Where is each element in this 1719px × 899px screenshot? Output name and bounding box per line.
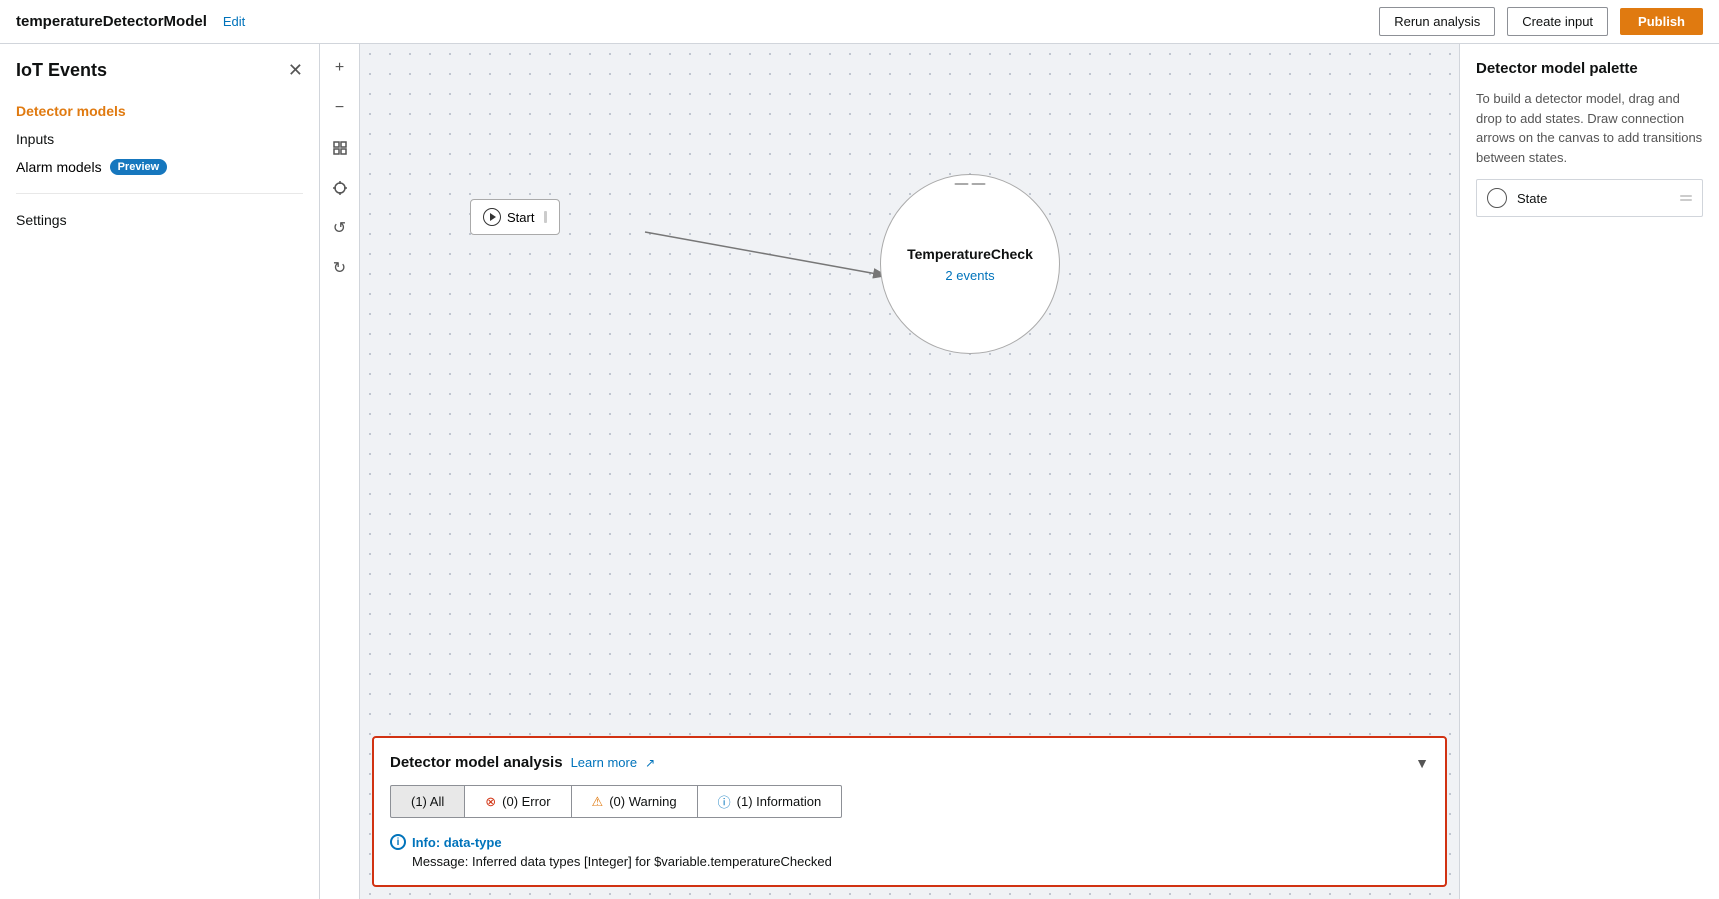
analysis-item-message: Message: Inferred data types [Integer] f… [412, 854, 1429, 869]
external-link-icon: ↗ [645, 756, 655, 770]
filter-info-button[interactable]: ⓘ (1) Information [698, 785, 843, 818]
sidebar-divider [16, 193, 303, 194]
canvas-drawing: Start [360, 44, 1459, 736]
target-button[interactable] [324, 172, 356, 204]
fit-view-button[interactable] [324, 132, 356, 164]
rerun-analysis-button[interactable]: Rerun analysis [1379, 7, 1495, 36]
analysis-panel: Detector model analysis Learn more ↗ ▼ (… [372, 736, 1447, 887]
analysis-filters: (1) All ⊗ (0) Error ⚠ (0) Warning ⓘ (1) … [390, 785, 1429, 818]
state-node-handle [955, 183, 986, 185]
close-button[interactable]: ✕ [288, 60, 303, 81]
palette-state-label: State [1517, 191, 1670, 206]
canvas-toolbar: + − ↺ ↻ [320, 44, 360, 899]
sidebar-item-inputs[interactable]: Inputs [16, 125, 303, 153]
canvas-arrow [360, 44, 1459, 736]
palette-drag-handle [1680, 195, 1692, 201]
alarm-models-label: Alarm models [16, 159, 102, 175]
zoom-in-button[interactable]: + [324, 52, 356, 84]
drag-handle [544, 211, 547, 223]
redo-button[interactable]: ↻ [324, 252, 356, 284]
preview-badge: Preview [110, 159, 168, 175]
edit-link[interactable]: Edit [223, 14, 245, 29]
filter-error-button[interactable]: ⊗ (0) Error [465, 785, 571, 818]
filter-warning-button[interactable]: ⚠ (0) Warning [572, 785, 698, 818]
sidebar-item-detector-models[interactable]: Detector models [16, 97, 303, 125]
sidebar-item-alarm-models[interactable]: Alarm models Preview [16, 153, 303, 181]
publish-button[interactable]: Publish [1620, 8, 1703, 35]
analysis-title-row: Detector model analysis Learn more ↗ [390, 754, 655, 771]
state-node[interactable]: TemperatureCheck 2 events [880, 174, 1060, 354]
palette-state-item[interactable]: State [1476, 179, 1703, 217]
analysis-title: Detector model analysis [390, 754, 563, 771]
state-node-events[interactable]: 2 events [945, 268, 994, 283]
app-title: IoT Events [16, 60, 107, 81]
palette-panel: Detector model palette To build a detect… [1459, 44, 1719, 899]
analysis-item-title: i Info: data-type [390, 834, 1429, 850]
sidebar: IoT Events ✕ Detector models Inputs Alar… [0, 44, 320, 899]
info-circle-icon: i [390, 834, 406, 850]
model-name: temperatureDetectorModel [16, 13, 207, 30]
sidebar-item-settings[interactable]: Settings [0, 206, 319, 234]
palette-state-circle-icon [1487, 188, 1507, 208]
error-icon: ⊗ [485, 794, 496, 810]
sidebar-nav: Detector models Inputs Alarm models Prev… [0, 97, 319, 181]
start-label: Start [507, 210, 534, 225]
state-node-title: TemperatureCheck [907, 246, 1033, 262]
palette-title: Detector model palette [1476, 60, 1703, 77]
filter-all-button[interactable]: (1) All [390, 785, 465, 818]
sidebar-header: IoT Events ✕ [0, 60, 319, 97]
start-node[interactable]: Start [470, 199, 560, 235]
canvas-area: + − ↺ ↻ [320, 44, 1459, 899]
main-layout: IoT Events ✕ Detector models Inputs Alar… [0, 44, 1719, 899]
learn-more-link[interactable]: Learn more [571, 755, 637, 770]
play-icon [483, 208, 501, 226]
create-input-button[interactable]: Create input [1507, 7, 1608, 36]
warning-icon: ⚠ [592, 794, 604, 810]
palette-description: To build a detector model, drag and drop… [1476, 89, 1703, 167]
zoom-out-button[interactable]: − [324, 92, 356, 124]
canvas-main[interactable]: Start [360, 44, 1459, 899]
topbar: temperatureDetectorModel Edit Rerun anal… [0, 0, 1719, 44]
collapse-chevron-icon[interactable]: ▼ [1415, 755, 1429, 771]
analysis-header: Detector model analysis Learn more ↗ ▼ [390, 754, 1429, 771]
undo-button[interactable]: ↺ [324, 212, 356, 244]
analysis-item: i Info: data-type Message: Inferred data… [390, 834, 1429, 869]
info-icon: ⓘ [718, 792, 731, 811]
